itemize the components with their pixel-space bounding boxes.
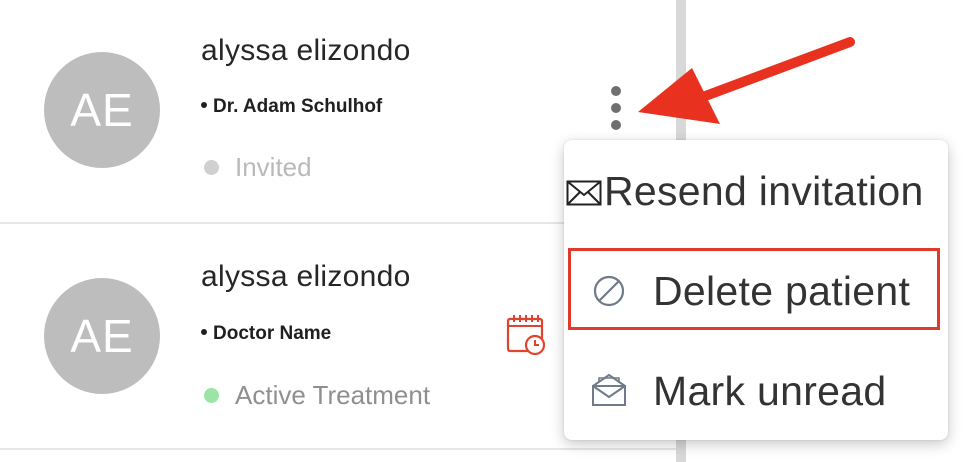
- doctor-name: Dr. Adam Schulhof: [213, 96, 383, 117]
- status-dot: [204, 387, 219, 403]
- doctor-name: Doctor Name: [213, 323, 332, 344]
- avatar: AE: [44, 52, 160, 168]
- bullet: [201, 102, 207, 109]
- menu-item-label: Resend invitation: [604, 168, 924, 214]
- calendar-clock-icon[interactable]: [506, 314, 548, 356]
- annotation-arrow: [638, 37, 855, 124]
- status: Active Treatment: [204, 380, 430, 411]
- menu-item-mark-unread[interactable]: Mark unread: [564, 350, 948, 430]
- status-dot: [204, 159, 219, 175]
- patient-name: alyssa elizondo: [201, 260, 411, 293]
- open-envelope-icon: [592, 373, 626, 406]
- status-label: Invited: [235, 152, 312, 182]
- context-menu: Resend invitation Delete patient Mark un…: [564, 140, 948, 440]
- status: Invited: [204, 152, 312, 183]
- doctor-line: Doctor Name: [201, 323, 331, 345]
- menu-item-delete-patient[interactable]: Delete patient: [564, 248, 948, 330]
- bullet: [201, 329, 207, 336]
- doctor-line: Dr. Adam Schulhof: [201, 96, 382, 118]
- prohibited-icon: [593, 275, 625, 307]
- menu-item-resend-invitation[interactable]: Resend invitation: [564, 150, 948, 230]
- status-label: Active Treatment: [235, 380, 431, 410]
- avatar: AE: [44, 278, 160, 394]
- patient-name: alyssa elizondo: [201, 34, 411, 67]
- menu-item-label: Delete patient: [653, 268, 911, 314]
- envelope-icon: [566, 180, 602, 206]
- menu-item-label: Mark unread: [653, 368, 887, 414]
